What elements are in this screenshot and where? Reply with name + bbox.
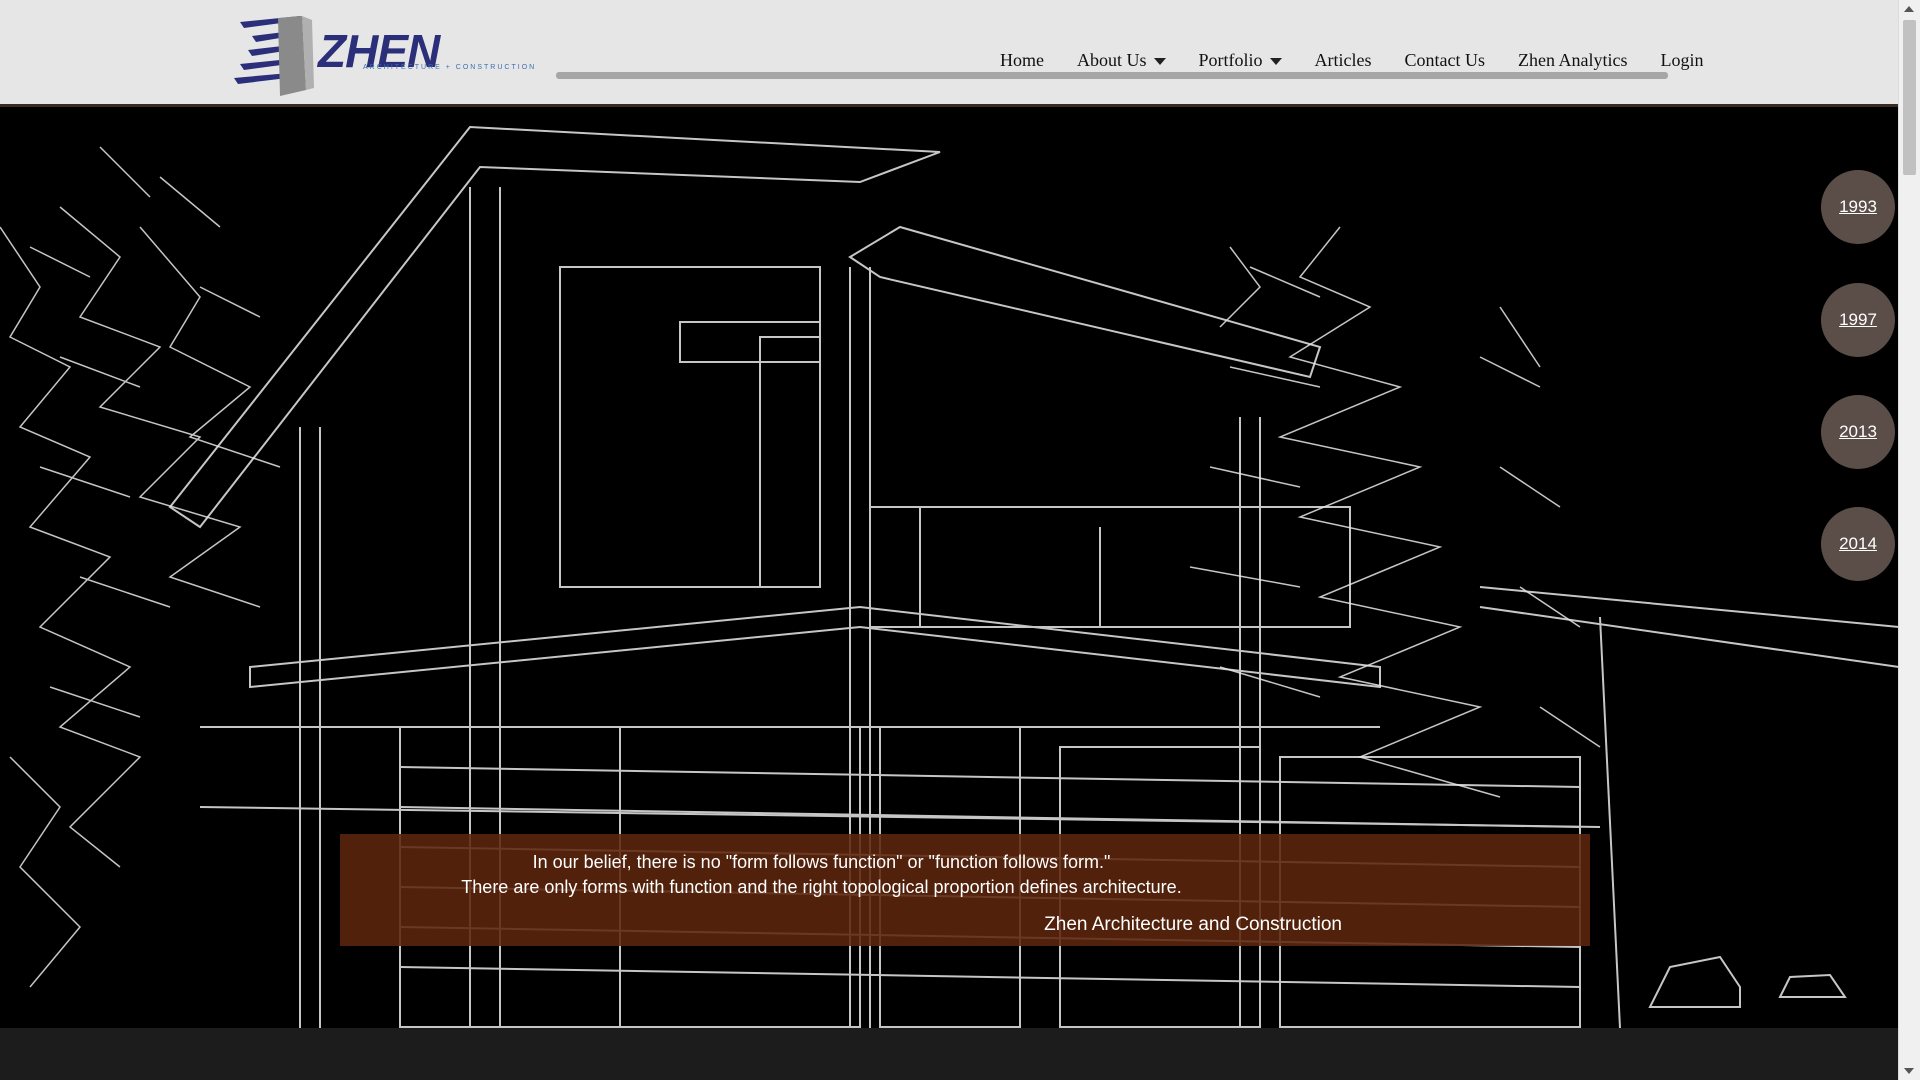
page-scrollbar[interactable] — [1898, 0, 1920, 1080]
nav-label: Login — [1660, 49, 1704, 70]
footer-band — [0, 1028, 1899, 1080]
quote-line-1: In our belief, there is no "form follows… — [532, 852, 1111, 872]
nav-label: Home — [1000, 49, 1044, 70]
nav-item-portfolio[interactable]: Portfolio — [1199, 50, 1282, 71]
nav-item-about-us[interactable]: About Us — [1077, 50, 1166, 71]
timeline-year-2013[interactable]: 2013 — [1821, 395, 1895, 469]
zhen-logo[interactable]: ZHEN ARCHITECTURE + CONSTRUCTION — [230, 12, 560, 98]
nav-item-contact-us[interactable]: Contact Us — [1405, 50, 1486, 71]
hero-quote-box: In our belief, there is no "form follows… — [340, 834, 1590, 946]
nav-item-home[interactable]: Home — [1000, 50, 1044, 71]
quote-attribution: Zhen Architecture and Construction — [1044, 914, 1342, 935]
timeline-year-1993[interactable]: 1993 — [1821, 170, 1895, 244]
logo-tagline: ARCHITECTURE + CONSTRUCTION — [363, 64, 537, 71]
scrollbar-thumb[interactable] — [1903, 20, 1916, 175]
nav-item-zhen-analytics[interactable]: Zhen Analytics — [1518, 50, 1627, 71]
nav-label: Portfolio — [1198, 49, 1263, 70]
nav-label: Zhen Analytics — [1518, 49, 1628, 70]
scroll-up-arrow-icon[interactable] — [1904, 6, 1914, 12]
timeline-year-2014[interactable]: 2014 — [1821, 507, 1895, 581]
nav-label: Contact Us — [1404, 49, 1486, 70]
logo-building-icon — [234, 16, 314, 96]
nav-item-login[interactable]: Login — [1661, 50, 1704, 71]
caret-down-icon — [1153, 57, 1166, 65]
site-header: ZHEN ARCHITECTURE + CONSTRUCTION Home Ab… — [0, 0, 1899, 107]
nav-underline-bar — [556, 72, 1668, 79]
timeline-year-1997[interactable]: 1997 — [1821, 283, 1895, 357]
quote-line-2: There are only forms with function and t… — [461, 877, 1182, 897]
nav-label: Articles — [1314, 49, 1372, 70]
main-navigation: Home About Us Portfolio Articles Contact… — [1000, 48, 1704, 72]
nav-label: About Us — [1077, 49, 1147, 70]
nav-item-articles[interactable]: Articles — [1315, 50, 1372, 71]
caret-down-icon — [1269, 57, 1282, 65]
scroll-down-arrow-icon[interactable] — [1904, 1068, 1914, 1074]
hero-banner: In our belief, there is no "form follows… — [0, 107, 1899, 1028]
